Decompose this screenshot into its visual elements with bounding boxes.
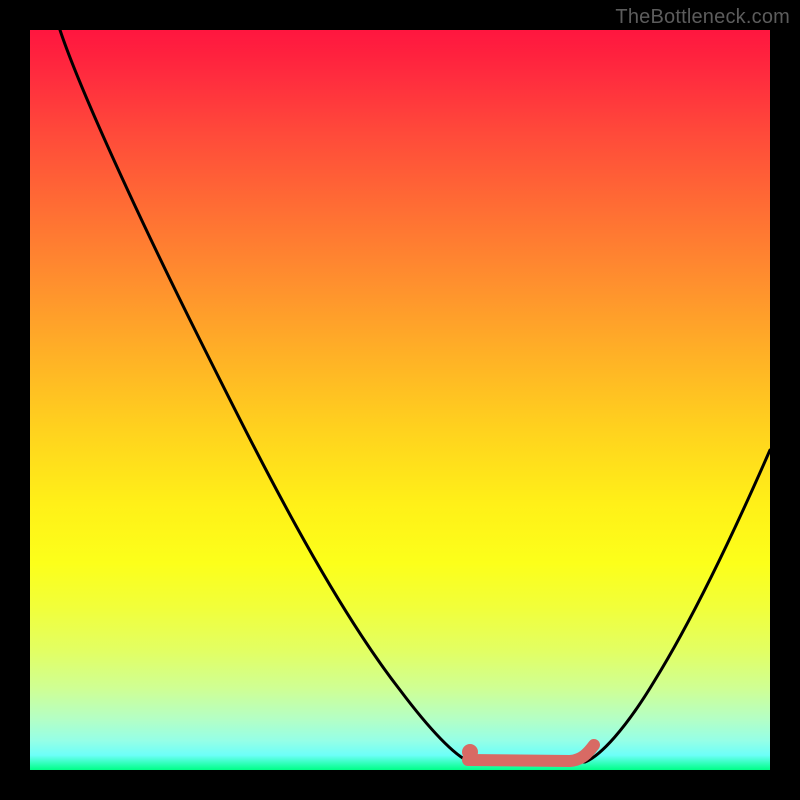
optimal-point-marker (462, 744, 478, 760)
optimal-segment-marker (468, 745, 594, 761)
plot-area (30, 30, 770, 770)
chart-frame: TheBottleneck.com (0, 0, 800, 800)
chart-svg (30, 30, 770, 770)
watermark-text: TheBottleneck.com (615, 6, 790, 29)
bottleneck-curve-path (60, 30, 770, 762)
